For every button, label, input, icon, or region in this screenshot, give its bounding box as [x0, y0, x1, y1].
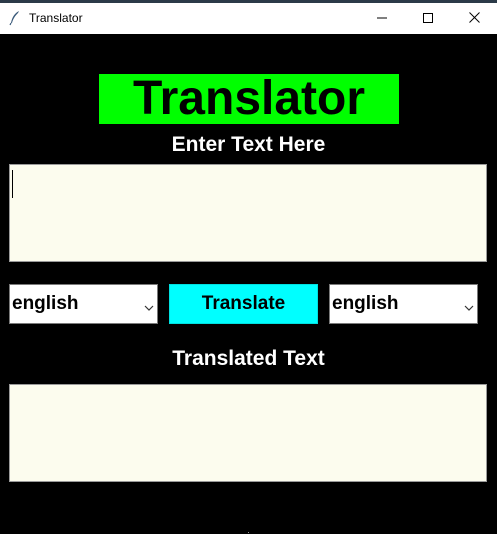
chevron-down-icon[interactable]: [464, 299, 474, 311]
maximize-button[interactable]: [405, 3, 451, 34]
input-text-area[interactable]: [9, 164, 487, 262]
minimize-button[interactable]: [359, 3, 405, 34]
close-button[interactable]: [451, 3, 497, 34]
output-label: Translated Text: [172, 347, 325, 370]
title-bar[interactable]: Translator: [0, 3, 497, 34]
text-cursor: [12, 170, 13, 198]
target-language-dropdown[interactable]: english: [329, 284, 478, 324]
translate-button[interactable]: Translate: [169, 284, 318, 324]
app-heading: Translator: [99, 74, 399, 124]
feather-icon: [8, 10, 22, 26]
close-icon: [468, 10, 480, 28]
input-label: Enter Text Here: [171, 133, 326, 156]
translator-window: Translator Translator Enter Text Here en…: [0, 0, 497, 534]
resize-dot: [248, 532, 249, 533]
target-language-value: english: [332, 293, 399, 314]
maximize-icon: [423, 10, 433, 28]
source-language-value: english: [12, 293, 79, 314]
window-title: Translator: [29, 11, 83, 25]
source-language-dropdown[interactable]: english: [9, 284, 158, 324]
chevron-down-icon[interactable]: [144, 299, 154, 311]
minimize-icon: [377, 10, 387, 28]
output-text-area[interactable]: [9, 384, 487, 482]
